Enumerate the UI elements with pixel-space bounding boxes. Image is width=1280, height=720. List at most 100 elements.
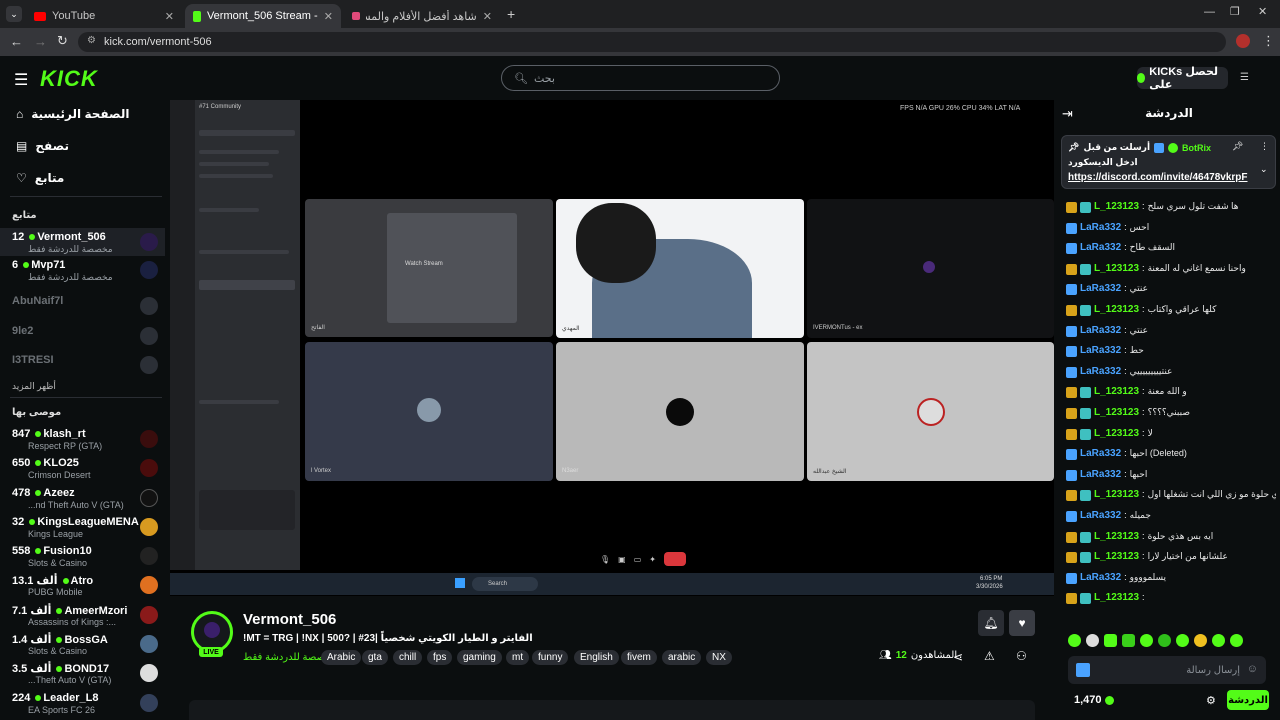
- tag-chip[interactable]: Arabic: [321, 650, 362, 665]
- following-channel-offline[interactable]: AbuNaif7l: [0, 292, 165, 320]
- following-channel-mvp71[interactable]: 6 Mvp71 مخصصة للدردشة فقط: [0, 256, 165, 284]
- chat-username[interactable]: LaRa332: [1080, 325, 1121, 336]
- back-icon[interactable]: ←: [10, 34, 23, 49]
- pinned-message[interactable]: 📌︎ أرسلت من قبل BotRix 📌︎ ⋮ ادخل الديسكو…: [1061, 135, 1276, 189]
- chevron-down-icon[interactable]: ⌄: [1260, 164, 1268, 175]
- kick-logo[interactable]: KICK: [40, 66, 98, 92]
- emote-icon[interactable]: [1086, 634, 1099, 647]
- more-options-icon[interactable]: ⋮: [1260, 141, 1269, 152]
- forward-icon[interactable]: →: [34, 34, 47, 49]
- get-kicks-button[interactable]: KICKs لحصل على: [1137, 66, 1228, 91]
- tab-movies[interactable]: شاهد أفضل الأفلام والمسلسلات ✕: [344, 4, 500, 28]
- following-channel-offline[interactable]: 9le2: [0, 322, 165, 350]
- chat-username[interactable]: L_123123: [1094, 551, 1139, 562]
- search-input[interactable]: بحث 🔍︎: [501, 65, 780, 91]
- tag-chip[interactable]: English: [574, 650, 619, 665]
- user-menu-icon[interactable]: ☰: [1240, 72, 1249, 83]
- close-tab-icon[interactable]: ✕: [165, 10, 174, 23]
- reload-icon[interactable]: ↻: [57, 33, 68, 49]
- recommended-channel[interactable]: 478 Azeez ...nd Theft Auto V (GTA): [0, 484, 165, 512]
- follow-button[interactable]: ♥: [1009, 610, 1035, 636]
- chat-username[interactable]: LaRa332: [1080, 469, 1121, 480]
- url-field[interactable]: ⚙ kick.com/vermont-506: [78, 32, 1226, 52]
- chat-username[interactable]: LaRa332: [1080, 345, 1121, 356]
- chat-username[interactable]: LaRa332: [1080, 283, 1121, 294]
- recommended-channel[interactable]: 13.1 ألف Atro PUBG Mobile: [0, 571, 165, 599]
- recommended-channel[interactable]: 847 klash_rt Respect RP (GTA): [0, 425, 165, 453]
- tag-chip[interactable]: gta: [362, 650, 388, 665]
- following-channel-offline[interactable]: I3TRESI: [0, 351, 165, 379]
- tab-kick[interactable]: Vermont_506 Stream - Watch L ✕: [185, 4, 341, 28]
- chat-username[interactable]: L_123123: [1094, 263, 1139, 274]
- share-icon[interactable]: ⋖: [953, 650, 963, 664]
- emote-icon[interactable]: [1104, 634, 1117, 647]
- chat-username[interactable]: L_123123: [1094, 592, 1139, 603]
- emote-icon[interactable]: [1194, 634, 1207, 647]
- hamburger-menu-icon[interactable]: ☰: [14, 70, 28, 90]
- chat-username[interactable]: L_123123: [1094, 304, 1139, 315]
- chat-username[interactable]: L_123123: [1094, 531, 1139, 542]
- chat-username[interactable]: L_123123: [1094, 407, 1139, 418]
- recommended-channel[interactable]: 558 Fusion10 Slots & Casino: [0, 542, 165, 570]
- tag-chip[interactable]: arabic: [662, 650, 702, 665]
- site-info-icon[interactable]: ⚙: [87, 35, 96, 46]
- maximize-icon[interactable]: ❐: [1230, 5, 1240, 18]
- chat-username[interactable]: LaRa332: [1080, 366, 1121, 377]
- gift-sub-icon[interactable]: ⚇: [1016, 649, 1027, 663]
- emote-icon[interactable]: [1068, 634, 1081, 647]
- tab-youtube[interactable]: YouTube ✕: [26, 4, 182, 28]
- close-tab-icon[interactable]: ✕: [483, 10, 492, 23]
- emote-icon[interactable]: [1158, 634, 1171, 647]
- chat-username[interactable]: L_123123: [1094, 201, 1139, 212]
- notification-bell-button[interactable]: 🔔︎: [978, 610, 1004, 636]
- tag-chip[interactable]: funny: [532, 650, 569, 665]
- close-window-icon[interactable]: ✕: [1258, 5, 1267, 18]
- profile-avatar[interactable]: [1236, 34, 1250, 48]
- chat-username[interactable]: LaRa332: [1080, 510, 1121, 521]
- tab-search-icon[interactable]: ⌄: [6, 6, 22, 22]
- report-icon[interactable]: ⚠: [984, 649, 995, 663]
- chat-settings-gear-icon[interactable]: ⚙: [1206, 694, 1216, 707]
- chat-username[interactable]: LaRa332: [1080, 242, 1121, 253]
- emoji-icon[interactable]: ☺: [1247, 663, 1258, 675]
- recommended-channel[interactable]: 650 KLO25 Crimson Desert: [0, 454, 165, 482]
- emote-icon[interactable]: [1230, 634, 1243, 647]
- tag-chip[interactable]: mt: [506, 650, 530, 665]
- emote-icon[interactable]: [1176, 634, 1189, 647]
- channel-name[interactable]: Vermont_506: [243, 611, 336, 628]
- chat-username[interactable]: L_123123: [1094, 489, 1139, 500]
- chat-send-button[interactable]: الدردشة: [1227, 690, 1269, 710]
- subscriber-badge-icon: [1080, 263, 1091, 275]
- tag-chip[interactable]: gaming: [457, 650, 502, 665]
- new-tab-icon[interactable]: +: [507, 6, 515, 22]
- tag-chip[interactable]: fps: [427, 650, 453, 665]
- following-channel-vermont[interactable]: 12 Vermont_506 مخصصة للدردشة فقط: [0, 228, 165, 256]
- chat-username[interactable]: LaRa332: [1080, 572, 1121, 583]
- tag-chip[interactable]: NX: [706, 650, 732, 665]
- show-more-link[interactable]: أظهر المزيد: [12, 381, 56, 392]
- recommended-channel[interactable]: 32 KingsLeagueMENA Kings League: [0, 513, 165, 541]
- kicks-balance[interactable]: 1,470: [1074, 694, 1114, 706]
- tag-chip[interactable]: fivem: [621, 650, 657, 665]
- chat-username[interactable]: LaRa332: [1080, 448, 1121, 459]
- minimize-icon[interactable]: —: [1204, 6, 1215, 18]
- browser-menu-icon[interactable]: ⋮: [1262, 33, 1275, 49]
- recommended-channel[interactable]: 1.4 ألف BossGA Slots & Casino: [0, 630, 165, 658]
- emote-icon[interactable]: [1140, 634, 1153, 647]
- sidebar-item-following[interactable]: ♡ متابع: [16, 168, 64, 188]
- chat-username[interactable]: L_123123: [1094, 386, 1139, 397]
- emote-icon[interactable]: [1212, 634, 1225, 647]
- chat-username[interactable]: L_123123: [1094, 428, 1139, 439]
- pinned-link[interactable]: https://discord.com/invite/46478vkrpF: [1068, 172, 1248, 183]
- sidebar-item-browse[interactable]: ▤ تصفح: [16, 136, 69, 156]
- emote-icon[interactable]: [1122, 634, 1135, 647]
- close-tab-icon[interactable]: ✕: [324, 10, 333, 23]
- chat-input[interactable]: إرسال رسالة ☺: [1068, 656, 1266, 684]
- unpin-icon[interactable]: 📌︎: [1232, 141, 1243, 152]
- recommended-channel[interactable]: 3.5 ألف BOND17 ...Theft Auto V (GTA): [0, 659, 165, 687]
- recommended-channel[interactable]: 7.1 ألف AmeerMzori Assassins of Kings :.…: [0, 601, 165, 629]
- sidebar-item-home[interactable]: ⌂ الصفحة الرئيسية: [16, 104, 129, 124]
- tag-chip[interactable]: chill: [393, 650, 423, 665]
- recommended-channel[interactable]: 224 Leader_L8 EA Sports FC 26: [0, 689, 165, 717]
- chat-username[interactable]: LaRa332: [1080, 222, 1121, 233]
